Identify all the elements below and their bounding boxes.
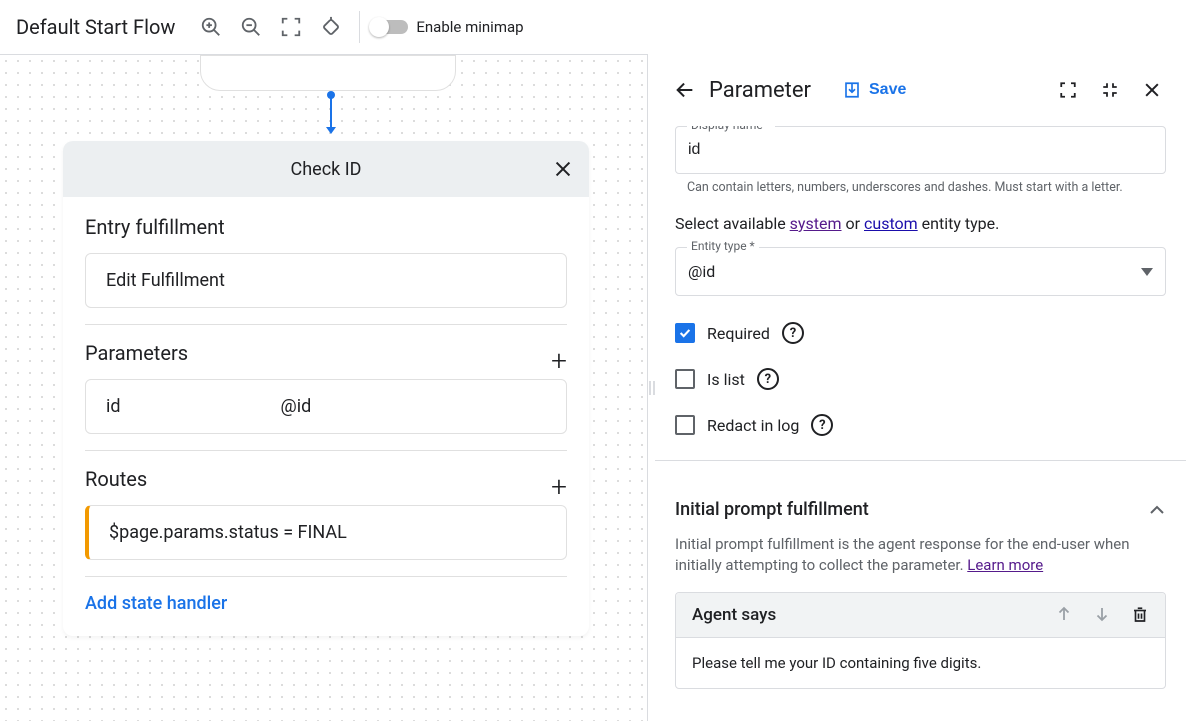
parameter-item[interactable]: id @id: [85, 379, 567, 434]
parameters-heading: Parameters: [85, 341, 188, 365]
routes-heading: Routes: [85, 467, 147, 491]
required-checkbox[interactable]: [675, 323, 695, 343]
agent-prompt-text[interactable]: Please tell me your ID containing five d…: [676, 637, 1165, 688]
system-link[interactable]: system: [790, 214, 842, 233]
zoom-out-icon[interactable]: [231, 7, 271, 47]
card-title: Check ID: [291, 159, 362, 180]
add-parameter-button[interactable]: +: [551, 344, 567, 377]
initial-prompt-collapse[interactable]: Initial prompt fulfillment: [675, 499, 1166, 520]
panel-title: Parameter: [709, 78, 811, 103]
fullscreen-icon[interactable]: [1054, 70, 1082, 110]
flow-title: Default Start Flow: [16, 15, 175, 39]
agent-response-card: Agent says P: [675, 592, 1166, 689]
select-entity-text: Select available system or custom entity…: [675, 213, 1166, 235]
display-name-helper: Can contain letters, numbers, underscore…: [687, 180, 1166, 195]
panel-resize-handle[interactable]: [647, 54, 655, 721]
minimize-icon[interactable]: [1096, 70, 1124, 110]
display-name-input[interactable]: [675, 126, 1166, 174]
initial-prompt-desc: Initial prompt fulfillment is the agent …: [675, 534, 1166, 576]
page-card: Check ID Entry fulfillment Edit Fulfillm…: [63, 141, 589, 636]
save-label: Save: [869, 81, 906, 99]
redact-label: Redact in log: [707, 416, 799, 435]
edit-fulfillment-item[interactable]: Edit Fulfillment: [85, 253, 567, 308]
required-label: Required: [707, 324, 770, 343]
toolbar-divider: [359, 11, 360, 43]
zoom-in-icon[interactable]: [191, 7, 231, 47]
entry-fulfillment-heading: Entry fulfillment: [85, 215, 567, 239]
parameter-panel: Parameter Save Display name *: [655, 54, 1186, 721]
card-header[interactable]: Check ID: [63, 141, 589, 197]
top-toolbar: Default Start Flow Enable minimap: [0, 0, 1186, 54]
display-name-field[interactable]: Display name * Can contain letters, numb…: [675, 126, 1166, 195]
minimap-label: Enable minimap: [416, 18, 523, 36]
param-name: id: [106, 396, 121, 417]
add-route-button[interactable]: +: [551, 470, 567, 503]
required-help-icon[interactable]: ?: [782, 322, 804, 344]
flow-canvas[interactable]: Check ID Entry fulfillment Edit Fulfillm…: [0, 54, 647, 721]
initial-prompt-title: Initial prompt fulfillment: [675, 499, 869, 520]
agent-says-label: Agent says: [692, 605, 776, 625]
route-item[interactable]: $page.params.status = FINAL: [85, 505, 567, 560]
fit-screen-icon[interactable]: [271, 7, 311, 47]
flow-connector: [326, 91, 336, 134]
is-list-label: Is list: [707, 370, 745, 389]
chevron-up-icon: [1148, 504, 1166, 516]
is-list-help-icon[interactable]: ?: [757, 368, 779, 390]
move-up-icon[interactable]: [1055, 605, 1073, 625]
dropdown-icon: [1141, 268, 1153, 276]
learn-more-link[interactable]: Learn more: [967, 556, 1043, 574]
is-list-checkbox[interactable]: [675, 369, 695, 389]
upstream-node[interactable]: [200, 55, 456, 91]
entity-type-field[interactable]: Entity type * @id: [675, 247, 1166, 296]
minimap-toggle[interactable]: [372, 20, 408, 34]
close-icon[interactable]: [547, 153, 579, 185]
section-divider: [655, 460, 1186, 461]
rotate-icon[interactable]: [311, 7, 351, 47]
back-icon[interactable]: [669, 70, 701, 110]
save-button[interactable]: Save: [843, 81, 906, 99]
redact-help-icon[interactable]: ?: [811, 414, 833, 436]
delete-icon[interactable]: [1131, 605, 1149, 625]
entity-type-value: @id: [688, 262, 715, 281]
param-entity: @id: [281, 396, 312, 417]
redact-checkbox[interactable]: [675, 415, 695, 435]
display-name-label: Display name *: [687, 126, 775, 132]
close-panel-icon[interactable]: [1138, 70, 1166, 110]
add-state-handler-link[interactable]: Add state handler: [85, 593, 567, 614]
custom-link[interactable]: custom: [864, 214, 918, 233]
entity-type-label: Entity type *: [687, 239, 759, 253]
move-down-icon[interactable]: [1093, 605, 1111, 625]
